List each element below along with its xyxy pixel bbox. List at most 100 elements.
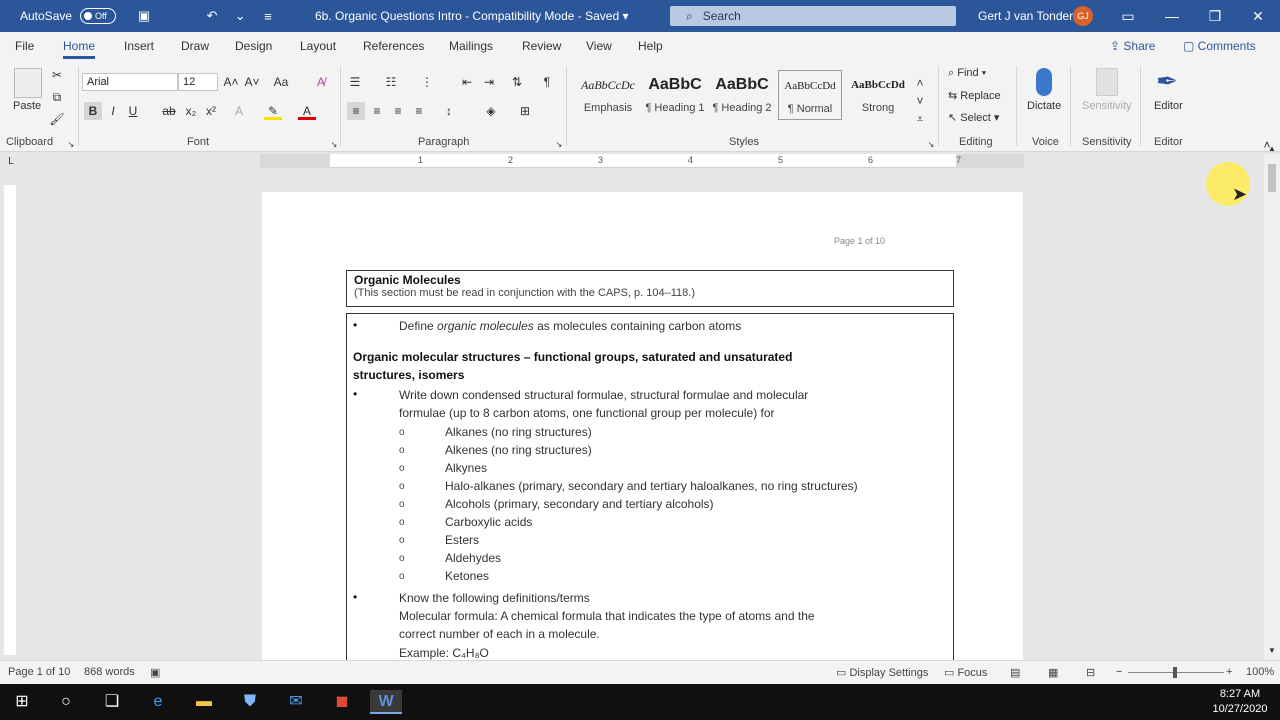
close-icon[interactable]: ✕ [1238,0,1278,32]
grow-font-icon[interactable]: A˄ [222,73,240,91]
line-spacing-icon[interactable]: ↕ [440,102,458,120]
redo-icon[interactable]: ⌄ [230,8,250,24]
underline-icon[interactable]: U [124,102,142,120]
page-count[interactable]: Page 1 of 10 [8,666,70,678]
shading-icon[interactable]: ◈ [482,102,500,120]
focus-button[interactable]: ▭ Focus [944,666,987,679]
tab-view[interactable]: View [586,39,612,53]
customize-qat-icon[interactable]: ≡ [258,9,278,24]
app-icon[interactable]: ◼ [326,690,358,714]
tab-insert[interactable]: Insert [124,39,154,53]
borders-icon[interactable]: ⊞ [516,102,534,120]
ribbon-display-icon[interactable]: ▭ [1108,0,1148,32]
align-left-icon[interactable]: ≡ [347,102,365,120]
tab-design[interactable]: Design [235,39,272,53]
paste-icon[interactable] [14,68,42,98]
numbering-icon[interactable]: ☷ [382,73,400,91]
file-explorer-icon[interactable]: ▬ [188,690,220,714]
styles-scroll-down-icon[interactable]: ˅ [911,92,929,110]
superscript-icon[interactable]: x² [202,102,220,120]
style-heading-2[interactable]: AaBbC ¶ Heading 2 [710,70,774,120]
document-page[interactable]: Page 1 of 10 Organic Molecules (This sec… [262,192,1023,660]
bullets-icon[interactable]: ☰ [346,73,364,91]
style-normal[interactable]: AaBbCcDd ¶ Normal [778,70,842,120]
proofing-icon[interactable]: ▣ [150,666,160,679]
paste-button[interactable]: Paste [13,100,41,112]
font-name-combo[interactable]: Arial [82,73,178,91]
display-settings-button[interactable]: ▭ Display Settings [836,666,928,679]
styles-scroll-up-icon[interactable]: ˄ [911,74,929,92]
tab-help[interactable]: Help [638,39,663,53]
sort-icon[interactable]: ⇅ [508,73,526,91]
style-heading-1[interactable]: AaBbC ¶ Heading 1 [643,70,707,120]
vertical-scrollbar[interactable]: ▲ ▼ [1263,144,1280,660]
zoom-in-icon[interactable]: + [1226,666,1232,678]
word-count[interactable]: 868 words [84,666,135,678]
format-painter-icon[interactable]: 🖌 [48,110,66,128]
zoom-out-icon[interactable]: − [1116,666,1122,678]
search-box[interactable]: ⌕ Search [670,6,956,26]
windows-start-icon[interactable]: ⊞ [6,690,38,714]
system-clock[interactable]: 8:27 AM 10/27/2020 [1210,687,1270,717]
subscript-icon[interactable]: x₂ [182,102,200,120]
multilevel-list-icon[interactable]: ⋮ [418,73,436,91]
find-button[interactable]: ⌕ Find ▾ [948,67,986,80]
document-title[interactable]: 6b. Organic Questions Intro - Compatibil… [315,9,629,23]
style-strong[interactable]: AaBbCcDd Strong [846,70,910,120]
strikethrough-icon[interactable]: ab [160,102,178,120]
font-color-icon[interactable]: A [298,102,316,120]
sensitivity-button[interactable]: Sensitivity [1082,100,1132,112]
font-size-combo[interactable]: 12 [178,73,218,91]
zoom-slider-thumb[interactable] [1173,667,1177,678]
tab-review[interactable]: Review [522,39,561,53]
tab-mailings[interactable]: Mailings [449,39,493,53]
avatar[interactable]: GJ [1073,6,1093,26]
cut-icon[interactable]: ✂ [48,66,66,84]
show-marks-icon[interactable]: ¶ [538,73,556,91]
tab-file[interactable]: File [15,39,34,53]
edge-icon[interactable]: e [142,690,174,714]
scroll-thumb[interactable] [1268,164,1276,192]
share-button[interactable]: ⇪ Share [1110,39,1155,53]
editor-button[interactable]: Editor [1154,100,1183,112]
comments-button[interactable]: ▢ Comments [1183,39,1256,53]
vertical-ruler[interactable] [4,185,16,655]
word-taskbar-icon[interactable]: W [370,690,402,714]
autosave-toggle[interactable]: Off [80,8,117,24]
task-view-icon[interactable]: ❏ [96,690,128,714]
read-mode-icon[interactable]: ▤ [1010,666,1020,679]
shrink-font-icon[interactable]: A˅ [243,73,261,91]
text-effects-icon[interactable]: A [230,102,248,120]
save-icon[interactable]: ▣ [134,8,154,24]
minimize-icon[interactable]: — [1152,0,1192,32]
copy-icon[interactable]: ⧉ [48,88,66,106]
zoom-level[interactable]: 100% [1246,666,1274,678]
scroll-down-icon[interactable]: ▼ [1263,642,1280,660]
microphone-icon[interactable] [1036,68,1052,96]
change-case-icon[interactable]: Aa [272,73,290,91]
print-layout-icon[interactable]: ▦ [1048,666,1058,679]
justify-icon[interactable]: ≡ [410,102,428,120]
style-emphasis[interactable]: AaBbCcDc Emphasis [576,70,640,120]
undo-icon[interactable]: ↶ [202,8,222,24]
tab-references[interactable]: References [363,39,424,53]
tab-draw[interactable]: Draw [181,39,209,53]
mail-icon[interactable]: ✉ [280,690,312,714]
align-center-icon[interactable]: ≡ [368,102,386,120]
web-layout-icon[interactable]: ⊟ [1086,666,1095,679]
decrease-indent-icon[interactable]: ⇤ [458,73,476,91]
restore-icon[interactable]: ❐ [1195,0,1235,32]
user-name[interactable]: Gert J van Tonder [978,9,1073,23]
select-button[interactable]: ↖ Select ▾ [948,111,999,124]
tab-home[interactable]: Home [63,39,96,59]
styles-more-icon[interactable]: ⩡ [911,110,929,128]
cortana-icon[interactable]: ○ [50,690,82,714]
sensitivity-icon[interactable] [1096,68,1118,96]
tab-layout[interactable]: Layout [300,39,336,53]
store-icon[interactable]: ⛊ [234,690,266,714]
highlight-icon[interactable]: ✎ [264,102,282,120]
scroll-up-icon[interactable]: ▲ [1263,140,1280,158]
italic-icon[interactable]: I [104,102,122,120]
increase-indent-icon[interactable]: ⇥ [480,73,498,91]
clear-formatting-icon[interactable]: A̸ [312,73,330,91]
